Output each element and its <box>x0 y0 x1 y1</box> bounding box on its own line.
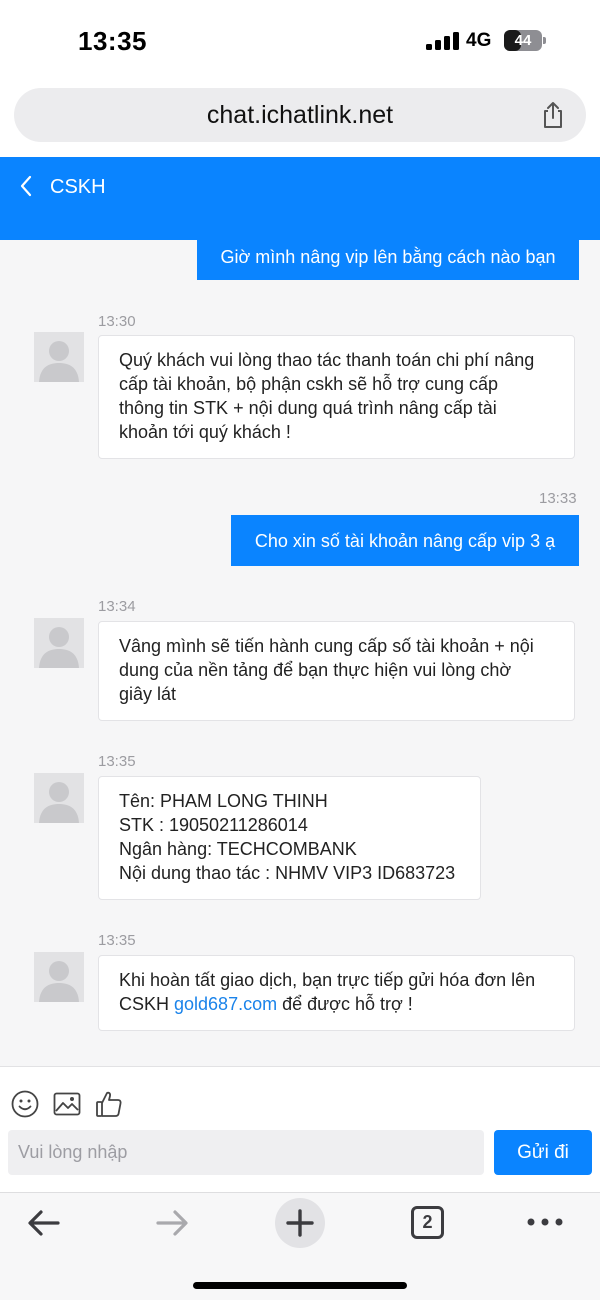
message-line: Ngân hàng: TECHCOMBANK <box>119 839 357 859</box>
message-timestamp: 13:35 <box>98 932 136 949</box>
outgoing-message: Giờ mình nâng vip lên bằng cách nào bạn <box>197 240 579 280</box>
browser-toolbar: 2 <box>0 1192 600 1300</box>
message-line: khoản tới quý khách ! <box>119 422 291 442</box>
message-line: giây lát <box>119 684 177 704</box>
message-text: Giờ mình nâng vip lên bằng cách nào bạn <box>220 247 556 267</box>
message-input[interactable] <box>8 1130 484 1175</box>
share-icon[interactable] <box>539 101 567 129</box>
url-text[interactable]: chat.ichatlink.net <box>14 88 586 142</box>
incoming-message: Quý khách vui lòng thao tác thanh toán c… <box>98 335 575 459</box>
address-bar[interactable]: chat.ichatlink.net <box>14 88 586 142</box>
image-icon[interactable] <box>52 1089 82 1119</box>
outgoing-message: Cho xin số tài khoản nâng cấp vip 3 ạ <box>231 515 579 566</box>
network-type: 4G <box>466 30 492 51</box>
message-line: Tên: PHAM LONG THINH <box>119 791 328 811</box>
message-timestamp: 13:33 <box>539 490 577 507</box>
battery-percent: 44 <box>514 32 532 49</box>
more-icon[interactable] <box>527 1217 563 1227</box>
message-text: Cho xin số tài khoản nâng cấp vip 3 ạ <box>254 530 556 551</box>
message-line: Vâng mình sẽ tiến hành cung cấp số tài k… <box>119 636 534 656</box>
message-line: Quý khách vui lòng thao tác thanh toán c… <box>119 350 535 370</box>
message-line: STK : 19050211286014 <box>119 815 308 835</box>
message-line: thông tin STK + nội dung quá trình nâng … <box>119 398 497 418</box>
chat-header: CSKH <box>0 157 600 240</box>
message-line: cấp tài khoản, bộ phận cskh sẽ hỗ trợ cu… <box>119 374 499 394</box>
back-arrow-icon[interactable] <box>26 1207 62 1239</box>
agent-avatar <box>34 618 84 668</box>
send-button[interactable]: Gửi đi <box>494 1130 592 1175</box>
signal-icon <box>426 32 460 50</box>
forward-arrow-icon[interactable] <box>154 1207 190 1239</box>
message-timestamp: 13:34 <box>98 598 136 615</box>
chevron-left-icon[interactable] <box>18 175 36 197</box>
thumbs-up-icon[interactable] <box>94 1089 124 1119</box>
message-text: CSKH <box>119 994 175 1014</box>
message-link[interactable]: gold687.com <box>174 994 277 1014</box>
message-line: Khi hoàn tất giao dịch, bạn trực tiếp gử… <box>119 970 536 990</box>
message-line: Nội dung thao tác : NHMV VIP3 ID683723 <box>119 863 456 883</box>
battery-icon: 44 <box>504 30 542 51</box>
new-tab-button[interactable] <box>275 1198 325 1248</box>
status-time: 13:35 <box>78 26 147 56</box>
agent-avatar <box>34 773 84 823</box>
agent-avatar <box>34 952 84 1002</box>
incoming-message: Vâng mình sẽ tiến hành cung cấp số tài k… <box>98 621 575 721</box>
message-timestamp: 13:30 <box>98 313 136 330</box>
message-line: CSKH gold687.com để được hỗ trợ ! <box>119 992 554 1016</box>
message-text: để được hỗ trợ ! <box>277 994 413 1014</box>
home-indicator[interactable] <box>193 1282 407 1289</box>
smiley-icon[interactable] <box>10 1089 40 1119</box>
chat-title: CSKH <box>50 176 106 198</box>
tabs-count-button[interactable]: 2 <box>411 1206 444 1239</box>
battery-cap <box>543 37 546 44</box>
agent-avatar <box>34 332 84 382</box>
message-composer: Gửi đi <box>0 1066 600 1192</box>
message-line: dung của nền tảng để bạn thực hiện vui l… <box>119 660 512 680</box>
status-bar: 13:35 4G 44 <box>0 0 600 84</box>
incoming-message: Tên: PHAM LONG THINH STK : 1905021128601… <box>98 776 481 900</box>
plus-icon <box>286 1209 314 1237</box>
incoming-message: Khi hoàn tất giao dịch, bạn trực tiếp gử… <box>98 955 575 1031</box>
chat-messages[interactable]: Giờ mình nâng vip lên bằng cách nào bạn … <box>0 240 600 1066</box>
message-timestamp: 13:35 <box>98 753 136 770</box>
